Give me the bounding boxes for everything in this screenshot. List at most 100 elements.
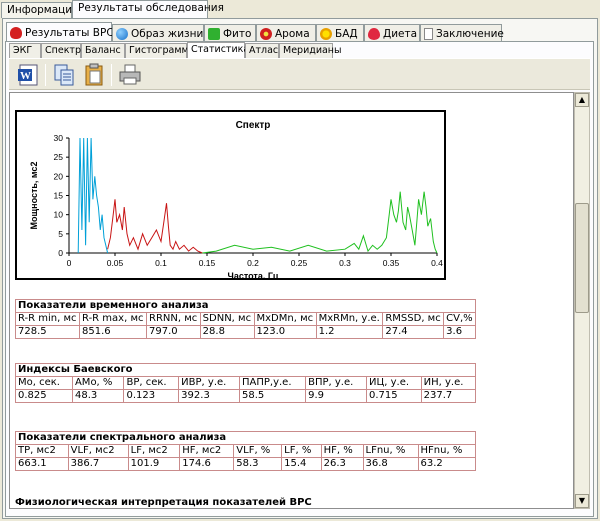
spectral-title: Показатели спектрального анализа bbox=[15, 431, 476, 445]
tab-meridians-label: Меридианы bbox=[283, 45, 342, 56]
table-header-cell: HF, мс2 bbox=[179, 444, 235, 458]
y-tick-label: 25 bbox=[54, 152, 64, 162]
spectrum-chart: Спектр 0 5 10 15 20 25 30 0 0.05 0.1 0.15 0.2 0.25 0.3… bbox=[15, 110, 446, 281]
tab-results[interactable]: Результаты обследования bbox=[72, 0, 224, 19]
tab-histogram-label: Гистограмма bbox=[129, 45, 195, 56]
tab-supplements[interactable]: БАД bbox=[316, 24, 364, 42]
table-cell: 26.3 bbox=[320, 457, 364, 471]
x-tick-label: 0.35 bbox=[383, 258, 400, 268]
tab-ecg[interactable]: ЭКГ bbox=[9, 43, 41, 58]
vertical-scrollbar[interactable]: ▲ ▼ bbox=[574, 92, 590, 509]
table-cell: 392.3 bbox=[178, 389, 240, 403]
heart-icon bbox=[10, 27, 22, 39]
time-analysis-title: Показатели временного анализа bbox=[15, 299, 476, 313]
scroll-up-button[interactable]: ▲ bbox=[575, 93, 589, 107]
x-tick-label: 0.3 bbox=[339, 258, 351, 268]
table-cell: 851.6 bbox=[79, 325, 147, 339]
tab-aroma-label: Арома bbox=[275, 27, 310, 40]
y-tick-label: 30 bbox=[54, 133, 64, 143]
copy-button[interactable] bbox=[51, 62, 77, 87]
y-tick-label: 5 bbox=[58, 229, 63, 239]
tab-diet[interactable]: Диета bbox=[364, 24, 420, 42]
tab-phyto[interactable]: Фито bbox=[204, 24, 256, 42]
x-tick-label: 0 bbox=[67, 258, 72, 268]
tab-spectrum[interactable]: Спектр bbox=[41, 43, 81, 58]
interpretation-heading: Физиологическая интерпретация показателе… bbox=[15, 497, 312, 508]
table-cell: 101.9 bbox=[127, 457, 181, 471]
table-header-cell: Mo, сек. bbox=[15, 376, 73, 390]
table-header-cell: ИЦ, у.е. bbox=[366, 376, 422, 390]
spectral-header-row: TP, мс2 VLF, мс2 LF, мс2 HF, мс2 VLF, % … bbox=[15, 444, 477, 458]
table-cell: 36.8 bbox=[362, 457, 419, 471]
table-cell: 15.4 bbox=[281, 457, 322, 471]
y-axis-label: Мощность, мс2 bbox=[29, 162, 39, 230]
document-icon bbox=[424, 27, 433, 40]
top-tab-strip: Информация Результаты обследования bbox=[0, 0, 600, 19]
globe-icon bbox=[116, 27, 128, 40]
tab-info[interactable]: Информация bbox=[1, 2, 78, 18]
tab-hrv-results[interactable]: Результаты ВРС bbox=[6, 22, 114, 43]
tab-lifestyle[interactable]: Образ жизни bbox=[112, 24, 204, 42]
strawberry-icon bbox=[368, 27, 380, 40]
tab-statistics-label: Статистика bbox=[191, 44, 250, 55]
tab-results-label: Результаты обследования bbox=[78, 2, 224, 14]
baevsky-header-row: Mo, сек. AMo, % ВР, сек. ИВР, у.е. ПАПР,… bbox=[15, 376, 477, 390]
scroll-thumb[interactable] bbox=[575, 203, 589, 313]
print-button[interactable] bbox=[117, 62, 143, 87]
print-icon bbox=[119, 64, 141, 85]
table-cell: 27.4 bbox=[382, 325, 445, 339]
tab-meridians[interactable]: Меридианы bbox=[279, 43, 342, 58]
toolbar: W bbox=[9, 58, 590, 90]
table-cell: 58.5 bbox=[238, 389, 307, 403]
tab-phyto-label: Фито bbox=[223, 27, 252, 40]
spectrum-series-line bbox=[202, 191, 438, 254]
y-tick-label: 15 bbox=[54, 191, 64, 201]
x-tick-label: 0.15 bbox=[199, 258, 216, 268]
table-header-cell: ВР, сек. bbox=[123, 376, 180, 390]
y-tick-label: 20 bbox=[54, 171, 64, 181]
scroll-down-button[interactable]: ▼ bbox=[575, 494, 589, 508]
spectral-value-row: 663.1 386.7 101.9 174.6 58.3 15.4 26.3 3… bbox=[15, 457, 477, 471]
word-icon: W bbox=[18, 64, 38, 86]
table-cell: 28.8 bbox=[199, 325, 255, 339]
table-header-cell: LF, % bbox=[281, 444, 322, 458]
table-header-cell: CV,% bbox=[443, 312, 476, 326]
table-header-cell: LF, мс2 bbox=[127, 444, 181, 458]
word-export-button[interactable]: W bbox=[15, 62, 41, 87]
tab-hrv-results-label: Результаты ВРС bbox=[25, 27, 114, 39]
statistics-report[interactable]: Спектр 0 5 10 15 20 25 30 0 0.05 0.1 0.15 0.2 0.25 0.3… bbox=[9, 92, 574, 509]
table-header-cell: ПАПР,у.е. bbox=[238, 376, 307, 390]
x-tick-label: 0.4 bbox=[431, 258, 443, 268]
tab-info-label: Информация bbox=[7, 4, 79, 16]
sun-icon bbox=[320, 27, 332, 40]
tab-balance-label: Баланс bbox=[85, 45, 121, 56]
paste-button[interactable] bbox=[81, 62, 107, 87]
main-tab-strip: Результаты ВРС Образ жизни Фито Арома БА… bbox=[6, 22, 594, 43]
x-axis-label: Частота, Гц bbox=[228, 271, 279, 278]
tab-balance[interactable]: Баланс bbox=[81, 43, 125, 58]
flower-icon bbox=[260, 27, 272, 40]
table-header-cell: VLF, мс2 bbox=[67, 444, 129, 458]
svg-text:W: W bbox=[20, 70, 31, 82]
baevsky-title: Индексы Баевского bbox=[15, 363, 476, 377]
table-header-cell: MxRMn, у.е. bbox=[315, 312, 384, 326]
baevsky-table: Индексы Баевского Mo, сек. AMo, % ВР, се… bbox=[15, 363, 477, 403]
tab-atlas[interactable]: Атлас bbox=[245, 43, 279, 58]
star-icon bbox=[208, 27, 220, 40]
tab-lifestyle-label: Образ жизни bbox=[131, 27, 204, 40]
tab-histogram[interactable]: Гистограмма bbox=[125, 43, 195, 58]
tab-atlas-label: Атлас bbox=[249, 45, 279, 56]
time-analysis-header-row: R-R min, мс R-R max, мс RRNN, мс SDNN, м… bbox=[14, 312, 476, 326]
spectral-table: Показатели спектрального анализа TP, мс2… bbox=[15, 431, 477, 471]
tab-aroma[interactable]: Арома bbox=[256, 24, 316, 42]
tab-conclusion[interactable]: Заключение bbox=[420, 24, 504, 42]
tab-diet-label: Диета bbox=[383, 27, 418, 40]
table-header-cell: TP, мс2 bbox=[15, 444, 69, 458]
spectrum-series-line bbox=[77, 137, 109, 254]
table-cell: 48.3 bbox=[71, 389, 125, 403]
table-header-cell: R-R max, мс bbox=[79, 312, 147, 326]
table-header-cell: VLF, % bbox=[233, 444, 283, 458]
table-cell: 1.2 bbox=[315, 325, 384, 339]
y-tick-label: 10 bbox=[54, 210, 64, 220]
tab-statistics[interactable]: Статистика bbox=[187, 42, 249, 58]
